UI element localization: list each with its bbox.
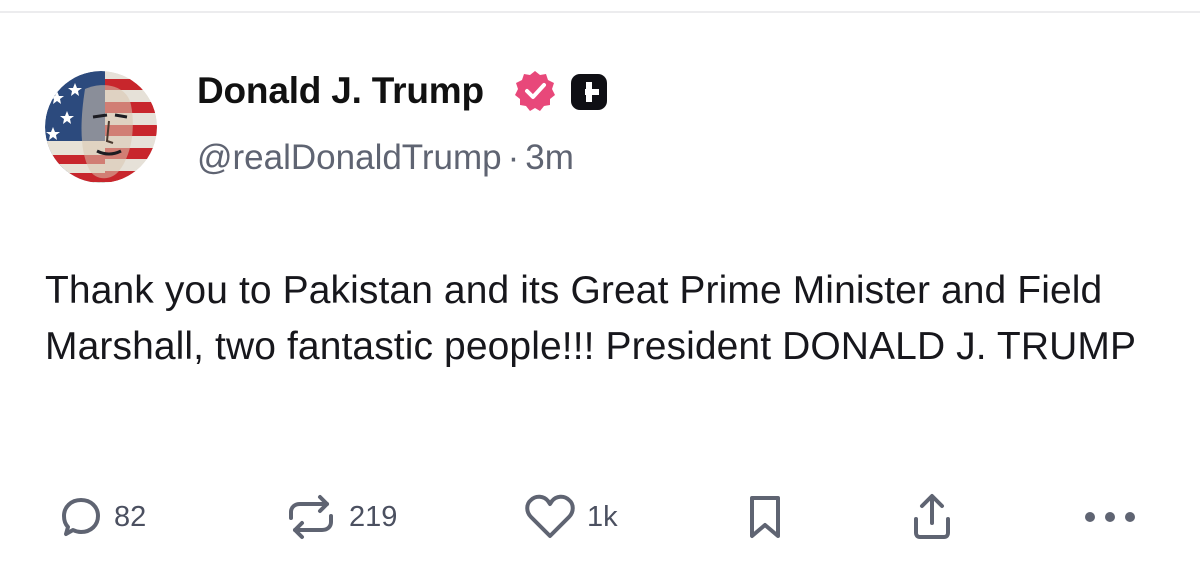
post-card: Donald J. Trump @realDonaldTrump · 3m Than… <box>0 0 1200 578</box>
verified-badge-icon <box>513 69 557 113</box>
like-button[interactable]: 1k <box>523 485 618 549</box>
bookmark-button[interactable] <box>744 485 786 549</box>
comment-icon <box>62 498 100 536</box>
repost-icon <box>289 495 333 539</box>
avatar[interactable] <box>45 71 157 183</box>
plus-badge-icon <box>571 74 607 110</box>
repost-button[interactable]: 219 <box>283 485 397 549</box>
heart-icon <box>525 494 575 538</box>
reply-button[interactable]: 82 <box>58 485 146 549</box>
share-button[interactable] <box>909 485 955 549</box>
post-text: Thank you to Pakistan and its Great Prim… <box>45 269 1137 368</box>
handle-line: @realDonaldTrump · 3m <box>197 138 574 178</box>
handle[interactable]: @realDonaldTrump <box>197 138 502 177</box>
reply-count: 82 <box>114 500 147 533</box>
display-name[interactable]: Donald J. Trump <box>197 70 484 112</box>
repost-count: 219 <box>349 500 398 533</box>
share-icon <box>914 494 950 539</box>
timestamp[interactable]: 3m <box>525 138 574 177</box>
more-button[interactable] <box>1082 485 1138 549</box>
separator-dot: · <box>507 138 520 177</box>
bookmark-icon <box>750 496 780 538</box>
like-count: 1k <box>587 500 618 533</box>
more-icon <box>1085 512 1135 522</box>
